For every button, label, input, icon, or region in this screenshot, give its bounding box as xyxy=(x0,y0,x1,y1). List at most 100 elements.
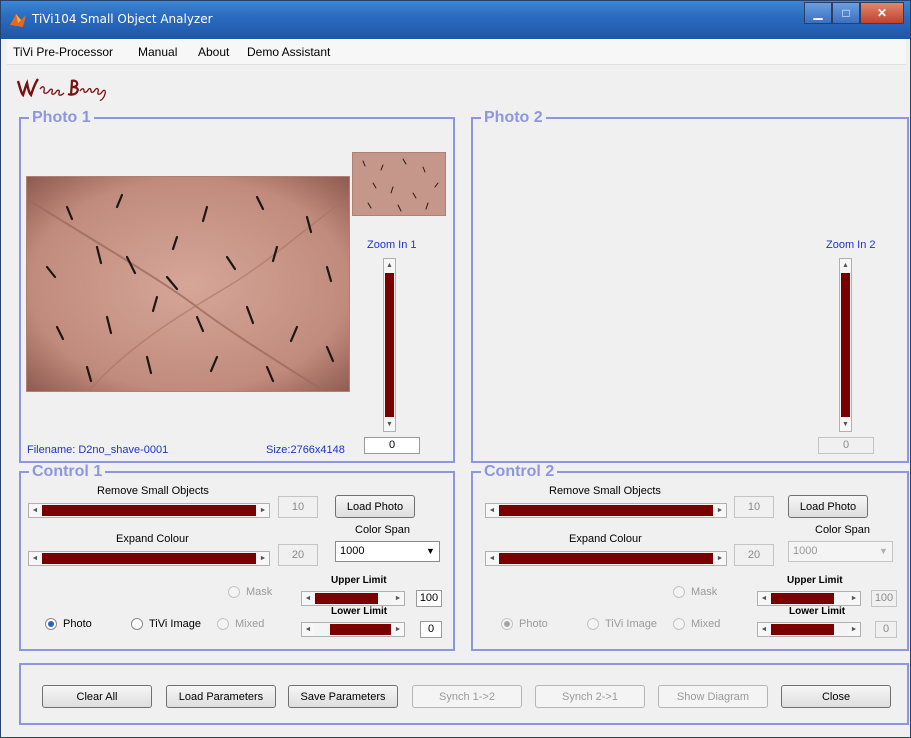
color-span-2-label: Color Span xyxy=(815,524,871,536)
tivi-2-radio-label: TiVi Image xyxy=(605,618,657,630)
remove-2-left-arrow-icon[interactable]: ◄ xyxy=(486,504,498,517)
app-window: TiVi104 Small Object Analyzer ▁ □ ✕ TiVi… xyxy=(0,0,911,738)
remove-small-objects-1-label: Remove Small Objects xyxy=(97,485,209,497)
lower-1-slider-track xyxy=(330,624,391,635)
upper-1-right-arrow-icon[interactable]: ► xyxy=(392,592,404,605)
photo-1-thumbnail[interactable] xyxy=(352,152,446,216)
upper-limit-2-slider[interactable]: ◄ ► xyxy=(757,591,861,606)
synch-2-to-1-button: Synch 2->1 xyxy=(535,685,645,708)
remove-small-objects-2-value: 10 xyxy=(734,496,774,518)
tivi-2-radio-dot xyxy=(587,618,599,630)
dropdown-arrow-icon[interactable]: ▼ xyxy=(422,542,439,561)
remove-small-objects-2-label: Remove Small Objects xyxy=(549,485,661,497)
expand-colour-1-slider[interactable]: ◄ ► xyxy=(28,551,270,566)
matlab-logo-icon xyxy=(10,14,26,27)
lower-1-left-arrow-icon[interactable]: ◄ xyxy=(302,623,314,636)
upper-limit-1-slider[interactable]: ◄ ► xyxy=(301,591,405,606)
menu-manual[interactable]: Manual xyxy=(138,45,177,59)
lower-limit-2-value: 0 xyxy=(875,621,897,638)
upper-2-right-arrow-icon[interactable]: ► xyxy=(848,592,860,605)
lower-2-left-arrow-icon[interactable]: ◄ xyxy=(758,623,770,636)
mask-1-label: Mask xyxy=(246,586,273,598)
upper-1-left-arrow-icon[interactable]: ◄ xyxy=(302,592,314,605)
close-window-button[interactable]: ✕ xyxy=(860,2,904,24)
remove-small-objects-1-slider[interactable]: ◄ ► xyxy=(28,503,270,518)
minimize-button[interactable]: ▁ xyxy=(804,2,832,24)
expand-colour-1-value: 20 xyxy=(278,544,318,566)
color-span-2-select: 1000 ▼ xyxy=(788,541,893,562)
load-parameters-button[interactable]: Load Parameters xyxy=(166,685,276,708)
color-span-1-select[interactable]: 1000 ▼ xyxy=(335,541,440,562)
photo-1-radio-dot xyxy=(45,618,57,630)
upper-2-left-arrow-icon[interactable]: ◄ xyxy=(758,592,770,605)
title-bar: TiVi104 Small Object Analyzer ▁ □ ✕ xyxy=(1,1,910,39)
photo-2-panel: Photo 2 Zoom In 2 ▲ ▼ 0 xyxy=(471,109,909,463)
mixed-1-radio: Mixed xyxy=(217,618,264,630)
zoom-1-slider-track xyxy=(385,273,394,417)
tivi-image-1-radio[interactable]: TiVi Image xyxy=(131,618,201,630)
lower-limit-2-slider[interactable]: ◄ ► xyxy=(757,622,861,637)
mask-2-label: Mask xyxy=(691,586,718,598)
expand-colour-2-label: Expand Colour xyxy=(569,533,642,545)
mask-2-radio: Mask xyxy=(673,586,717,598)
photo-1-panel: Photo 1 Zoom In 1 ▲ ▼ 0 Filename: D2no_s… xyxy=(19,109,455,463)
upper-limit-1-label: Upper Limit xyxy=(331,575,387,586)
mixed-1-radio-label: Mixed xyxy=(235,618,265,630)
save-parameters-button[interactable]: Save Parameters xyxy=(288,685,398,708)
photo-1-radio[interactable]: Photo xyxy=(45,618,92,630)
zoom-1-up-arrow-icon[interactable]: ▲ xyxy=(384,259,395,272)
remove-small-objects-1-value: 10 xyxy=(278,496,318,518)
clear-all-button[interactable]: Clear All xyxy=(42,685,152,708)
zoom-2-up-arrow-icon[interactable]: ▲ xyxy=(840,259,851,272)
lower-2-right-arrow-icon[interactable]: ► xyxy=(848,623,860,636)
expand-1-slider-track xyxy=(42,553,256,564)
remove-2-right-arrow-icon[interactable]: ► xyxy=(714,504,726,517)
color-span-1-value: 1000 xyxy=(340,545,365,557)
menu-preprocessor[interactable]: TiVi Pre-Processor xyxy=(13,45,113,59)
remove-small-objects-2-slider[interactable]: ◄ ► xyxy=(485,503,727,518)
remove-1-left-arrow-icon[interactable]: ◄ xyxy=(29,504,41,517)
zoom-1-value-field[interactable]: 0 xyxy=(364,437,420,454)
lower-1-right-arrow-icon[interactable]: ► xyxy=(392,623,404,636)
mixed-2-radio: Mixed xyxy=(673,618,720,630)
tivi-1-radio-label: TiVi Image xyxy=(149,618,201,630)
zoom-in-1-label: Zoom In 1 xyxy=(367,239,417,251)
close-button[interactable]: Close xyxy=(781,685,891,708)
zoom-1-slider[interactable]: ▲ ▼ xyxy=(383,258,396,432)
synch-1-to-2-button: Synch 1->2 xyxy=(412,685,522,708)
zoom-2-slider[interactable]: ▲ ▼ xyxy=(839,258,852,432)
lower-limit-2-label: Lower Limit xyxy=(789,606,846,617)
skin-thumbnail-image xyxy=(353,153,445,215)
upper-limit-1-value[interactable]: 100 xyxy=(416,590,442,607)
expand-colour-2-slider[interactable]: ◄ ► xyxy=(485,551,727,566)
control-2-panel: Control 2 Remove Small Objects ◄ ► 10 Lo… xyxy=(471,463,909,651)
expand-2-right-arrow-icon[interactable]: ► xyxy=(714,552,726,565)
mixed-2-radio-dot xyxy=(673,618,685,630)
load-photo-1-button[interactable]: Load Photo xyxy=(335,495,415,518)
maximize-button[interactable]: □ xyxy=(832,2,860,24)
skin-photo-image xyxy=(27,177,349,391)
zoom-2-down-arrow-icon[interactable]: ▼ xyxy=(840,418,851,431)
menu-about[interactable]: About xyxy=(198,45,229,59)
photo-2-title: Photo 2 xyxy=(481,109,546,127)
company-logo xyxy=(16,78,106,101)
remove-1-right-arrow-icon[interactable]: ► xyxy=(257,504,269,517)
expand-2-slider-track xyxy=(499,553,713,564)
zoom-1-down-arrow-icon[interactable]: ▼ xyxy=(384,418,395,431)
filename-label: Filename: D2no_shave-0001 xyxy=(27,444,169,456)
zoom-2-value-field: 0 xyxy=(818,437,874,454)
upper-1-slider-track xyxy=(315,593,378,604)
load-photo-2-button[interactable]: Load Photo xyxy=(788,495,868,518)
photo-1-image[interactable] xyxy=(26,176,350,392)
tivi-1-radio-dot xyxy=(131,618,143,630)
expand-1-right-arrow-icon[interactable]: ► xyxy=(257,552,269,565)
menu-demo-assistant[interactable]: Demo Assistant xyxy=(247,45,330,59)
expand-2-left-arrow-icon[interactable]: ◄ xyxy=(486,552,498,565)
lower-limit-1-label: Lower Limit xyxy=(331,606,388,617)
dropdown-arrow-icon: ▼ xyxy=(879,546,888,556)
lower-limit-1-slider[interactable]: ◄ ► xyxy=(301,622,405,637)
zoom-2-slider-track xyxy=(841,273,850,417)
expand-1-left-arrow-icon[interactable]: ◄ xyxy=(29,552,41,565)
expand-colour-1-label: Expand Colour xyxy=(116,533,189,545)
lower-limit-1-value[interactable]: 0 xyxy=(420,621,442,638)
